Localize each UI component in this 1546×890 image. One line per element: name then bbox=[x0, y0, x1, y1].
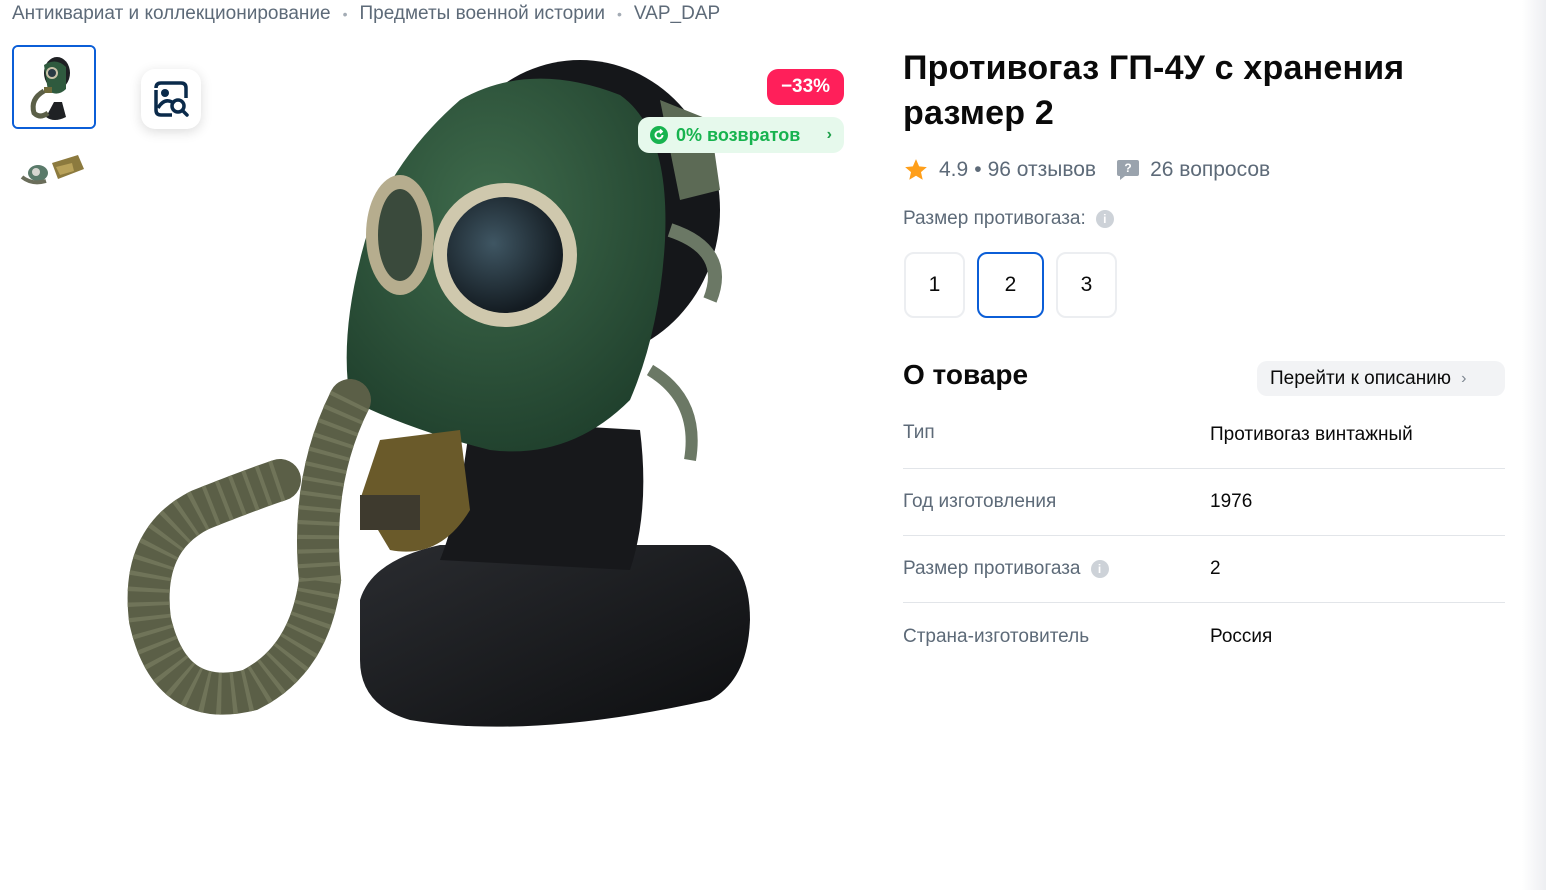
breadcrumb-separator: • bbox=[342, 6, 348, 22]
returns-icon bbox=[650, 126, 668, 144]
chevron-right-icon: › bbox=[1461, 369, 1467, 387]
svg-text:?: ? bbox=[1124, 161, 1131, 175]
breadcrumb-separator: • bbox=[617, 6, 622, 22]
discount-badge: −33% bbox=[767, 69, 844, 105]
breadcrumb-item-antiques[interactable]: Антиквариат и коллекционирование bbox=[12, 3, 331, 25]
info-icon[interactable]: i bbox=[1090, 560, 1109, 578]
chevron-right-icon: › bbox=[826, 126, 832, 143]
breadcrumb-item-military[interactable]: Предметы военной истории bbox=[360, 3, 606, 25]
image-search-icon bbox=[154, 81, 189, 117]
star-icon bbox=[905, 159, 927, 180]
thumbnail-2[interactable] bbox=[12, 133, 96, 217]
product-title: Противогаз ГП-4У с хранения размер 2 bbox=[903, 49, 1405, 132]
thumbnail-1[interactable] bbox=[12, 45, 96, 129]
image-search-button[interactable] bbox=[141, 69, 201, 129]
rating-separator: • bbox=[974, 158, 982, 181]
spec-row: Размер противогаза i 2 bbox=[903, 536, 1505, 603]
size-selector-label-row: Размер противогаза: i bbox=[903, 208, 1114, 230]
returns-label: 0% возвратов bbox=[676, 124, 801, 145]
size-option-2[interactable]: 2 bbox=[977, 252, 1044, 318]
spec-key: Размер противогаза i bbox=[903, 558, 1210, 580]
spec-value: 1976 bbox=[1210, 491, 1253, 512]
spec-row: Страна-изготовитель Россия bbox=[903, 603, 1505, 670]
questions-link[interactable]: 26 вопросов bbox=[1150, 158, 1270, 182]
gas-mask-bag-thumbnail-image bbox=[12, 133, 96, 217]
reviews-link[interactable]: 96 отзывов bbox=[988, 158, 1097, 182]
spec-key: Страна-изготовитель bbox=[903, 625, 1090, 647]
rating-row: 4.9 • 96 отзывов ? 26 вопросов bbox=[903, 157, 1270, 183]
spec-row: Год изготовления 1976 bbox=[903, 469, 1505, 536]
spec-key: Тип bbox=[903, 422, 935, 443]
spec-key-label: Размер противогаза bbox=[903, 558, 1081, 579]
info-icon[interactable]: i bbox=[1095, 210, 1114, 228]
spec-value: 2 bbox=[1210, 558, 1221, 579]
size-option-3[interactable]: 3 bbox=[1056, 252, 1117, 318]
about-section-title: О товаре bbox=[903, 359, 1029, 390]
question-bubble-icon: ? bbox=[1117, 160, 1140, 180]
spec-row: Тип Противогаз винтажный bbox=[903, 402, 1505, 469]
spec-value: Россия bbox=[1210, 625, 1273, 647]
page-edge-shadow bbox=[1522, 0, 1546, 890]
size-option-1[interactable]: 1 bbox=[904, 252, 965, 318]
spec-key: Год изготовления bbox=[903, 491, 1057, 512]
breadcrumb: Антиквариат и коллекционирование • Предм… bbox=[12, 3, 720, 25]
rating-value[interactable]: 4.9 bbox=[939, 158, 968, 182]
breadcrumb-item-seller[interactable]: VAP_DAP bbox=[634, 3, 720, 25]
thumbnail-list bbox=[12, 45, 96, 217]
returns-badge[interactable]: 0% возвратов › bbox=[638, 117, 844, 153]
gas-mask-thumbnail-image bbox=[14, 47, 94, 127]
go-to-description-button[interactable]: Перейти к описанию › bbox=[1257, 361, 1505, 396]
specs-table: Тип Противогаз винтажный Год изготовлени… bbox=[903, 402, 1505, 670]
size-selector-label: Размер противогаза: bbox=[903, 208, 1086, 229]
spec-value: Противогаз винтажный bbox=[1210, 424, 1413, 445]
go-to-description-label: Перейти к описанию bbox=[1270, 367, 1452, 389]
size-selector: 1 2 3 bbox=[904, 252, 1117, 318]
